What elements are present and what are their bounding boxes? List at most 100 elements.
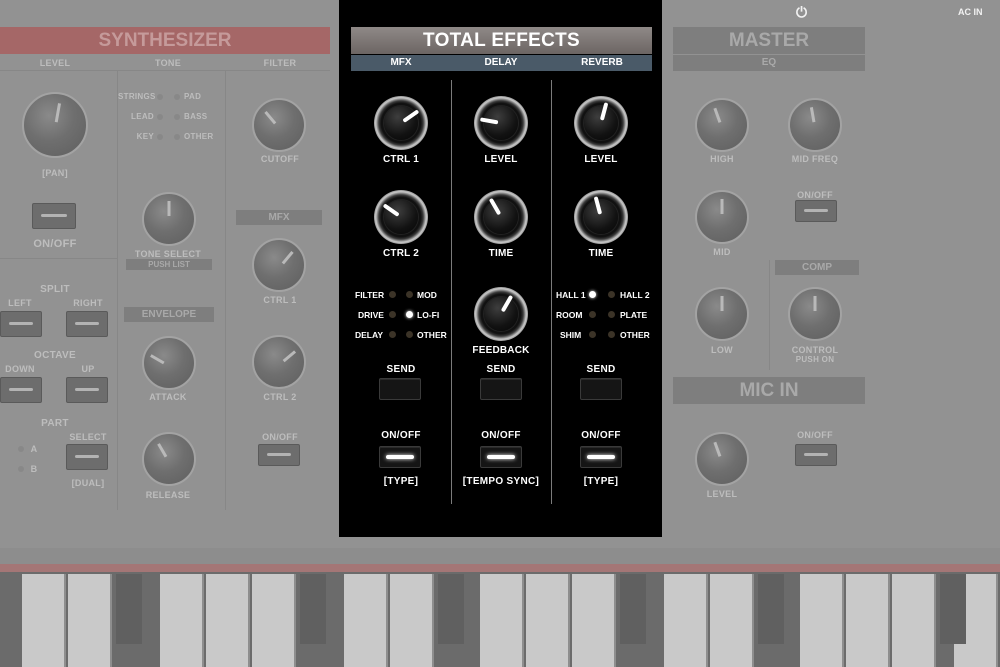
mid-label: MID [713, 247, 731, 257]
reverb-send-label: SEND [586, 364, 616, 375]
reverb-send-button[interactable] [580, 378, 622, 400]
cutoff-knob[interactable] [252, 98, 306, 152]
part-a-led [18, 446, 24, 452]
black-key[interactable] [758, 574, 784, 644]
mfx-type-drive[interactable]: DRIVE [358, 310, 384, 320]
reverb-type-label: [TYPE] [583, 476, 619, 487]
white-key[interactable] [68, 574, 112, 667]
mic-level-knob[interactable] [695, 432, 749, 486]
reverb-onoff-button[interactable] [580, 446, 622, 468]
white-key[interactable] [892, 574, 936, 667]
reverb-type-hall1[interactable]: HALL 1 [556, 290, 586, 300]
filter-onoff-button[interactable] [258, 444, 300, 466]
mfx-type-lofi[interactable]: LO-FI [417, 310, 439, 320]
black-key[interactable] [300, 574, 326, 644]
knob-cap [484, 297, 518, 331]
synth-ctrl2-knob[interactable] [252, 335, 306, 389]
white-key[interactable] [846, 574, 890, 667]
high-knob[interactable] [695, 98, 749, 152]
black-key[interactable] [116, 574, 142, 644]
low-knob[interactable] [695, 287, 749, 341]
synth-divider [0, 70, 330, 71]
section-label-mfx: MFX [390, 57, 412, 68]
master-onoff-button[interactable] [795, 200, 837, 222]
white-key[interactable] [526, 574, 570, 667]
reverb-type-room[interactable]: ROOM [556, 310, 582, 320]
white-key[interactable] [206, 574, 250, 667]
delay-onoff-button[interactable] [480, 446, 522, 468]
mfx-onoff-button[interactable] [379, 446, 421, 468]
synth-ctrl1-knob[interactable] [252, 238, 306, 292]
tone-lead: LEAD [131, 112, 154, 121]
delay-send-button[interactable] [480, 378, 522, 400]
reverb-type-other[interactable]: OTHER [620, 330, 650, 340]
tone-key-led [157, 134, 163, 140]
mid-knob[interactable] [695, 190, 749, 244]
synth-vdivider-2 [225, 70, 226, 510]
knob-cap [384, 200, 418, 234]
synth-onoff-button[interactable] [32, 203, 76, 229]
mfx-type-filter[interactable]: FILTER [355, 290, 384, 300]
octave-down-button[interactable] [0, 377, 42, 403]
black-key[interactable] [620, 574, 646, 644]
release-knob[interactable] [142, 432, 196, 486]
reverb-shim-led [589, 331, 596, 338]
black-key[interactable] [940, 574, 966, 644]
mfx-ctrl2-knob[interactable] [374, 190, 428, 244]
synth-ctrl2-label: CTRL 2 [263, 392, 297, 402]
master-onoff-label: ON/OFF [797, 190, 833, 200]
cutoff-label: CUTOFF [260, 154, 300, 164]
reverb-time-knob[interactable] [574, 190, 628, 244]
part-a-label: A [30, 444, 38, 454]
reverb-other-led [608, 331, 615, 338]
synth-pan-label: [PAN] [42, 168, 68, 178]
master-title: MASTER [673, 27, 865, 54]
white-key[interactable] [572, 574, 616, 667]
tone-key: KEY [136, 132, 154, 141]
push-list-label: PUSH LIST [126, 259, 212, 270]
delay-time-label: TIME [488, 248, 514, 259]
black-key[interactable] [438, 574, 464, 644]
white-key[interactable] [710, 574, 754, 667]
tone-strings: STRINGS [118, 92, 156, 101]
synthesizer-title: SYNTHESIZER [0, 27, 330, 54]
reverb-type-plate[interactable]: PLATE [620, 310, 647, 320]
mfx-send-button[interactable] [379, 378, 421, 400]
reverb-level-knob[interactable] [574, 96, 628, 150]
octave-up-label: UP [81, 364, 95, 374]
select-button[interactable] [66, 444, 108, 470]
synth-level-knob[interactable] [22, 92, 88, 158]
delay-time-knob[interactable] [474, 190, 528, 244]
mfx-type-label: [TYPE] [383, 476, 419, 487]
push-on-label: PUSH ON [795, 355, 835, 364]
mfx-type-other[interactable]: OTHER [417, 330, 447, 340]
mic-onoff-button[interactable] [795, 444, 837, 466]
octave-up-button[interactable] [66, 377, 108, 403]
split-left-button[interactable] [0, 311, 42, 337]
delay-feedback-knob[interactable] [474, 287, 528, 341]
tone-pad: PAD [184, 92, 202, 101]
delay-level-knob[interactable] [474, 96, 528, 150]
mfx-ctrl1-knob[interactable] [374, 96, 428, 150]
white-key[interactable] [390, 574, 434, 667]
white-key[interactable] [664, 574, 708, 667]
white-key[interactable] [344, 574, 388, 667]
mfx-type-mod[interactable]: MOD [417, 290, 437, 300]
mid-freq-knob[interactable] [788, 98, 842, 152]
delay-tempo-sync-label: [TEMPO SYNC] [462, 476, 540, 487]
tone-select-knob[interactable] [142, 192, 196, 246]
synth-tone-label: TONE [154, 58, 182, 68]
reverb-type-shim[interactable]: SHIM [560, 330, 581, 340]
mfx-type-delay[interactable]: DELAY [355, 330, 383, 340]
attack-knob[interactable] [142, 336, 196, 390]
white-key[interactable] [252, 574, 296, 667]
white-key[interactable] [22, 574, 66, 667]
reverb-type-hall2[interactable]: HALL 2 [620, 290, 650, 300]
white-key[interactable] [160, 574, 204, 667]
mic-in-title: MIC IN [673, 377, 865, 404]
white-key[interactable] [480, 574, 524, 667]
split-right-button[interactable] [66, 311, 108, 337]
white-key[interactable] [800, 574, 844, 667]
reverb-hall2-led [608, 291, 615, 298]
control-knob[interactable] [788, 287, 842, 341]
